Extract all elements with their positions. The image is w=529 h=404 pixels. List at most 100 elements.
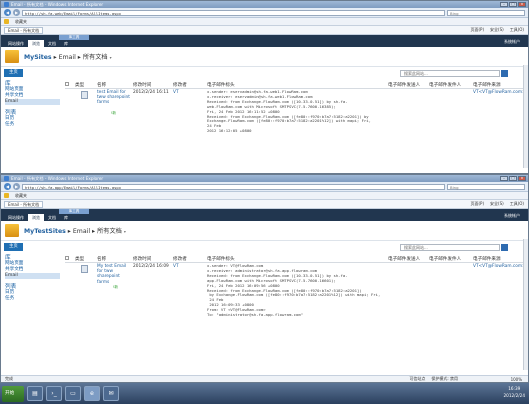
user-menu[interactable]: 系统帐户 [500, 38, 524, 45]
col-email-sender[interactable]: 电子邮件发送人 [388, 256, 420, 262]
forward-button[interactable]: ▶ [13, 183, 20, 190]
select-all-checkbox[interactable] [65, 82, 69, 86]
address-bar[interactable]: http://sh-fa-app/Email/Forms/AllItems.as… [22, 183, 445, 190]
document-icon[interactable] [81, 91, 88, 99]
select-all-checkbox[interactable] [65, 256, 69, 260]
chevron-down-icon[interactable]: ▾ [124, 229, 126, 234]
col-email-source[interactable]: 电子邮件来源 [473, 256, 501, 262]
server-manager-icon[interactable]: ▤ [27, 386, 43, 401]
col-email-from[interactable]: 电子邮件发件人 [429, 256, 461, 262]
chevron-down-icon[interactable]: ▾ [110, 55, 112, 60]
maximize-button[interactable]: □ [509, 176, 517, 181]
title-bar[interactable]: Email - 所有文档 - Windows Internet Explorer… [1, 1, 528, 8]
search-box[interactable]: Bing [447, 183, 525, 190]
tab-browse[interactable]: 浏览 [28, 214, 44, 221]
ie-window-top: Email - 所有文档 - Windows Internet Explorer… [0, 0, 529, 174]
tab-documents[interactable]: 文档 [44, 40, 60, 47]
col-modified-by[interactable]: 修改者 [173, 82, 187, 88]
site-search-input[interactable]: 搜索此网站... [400, 69, 500, 77]
breadcrumb-site[interactable]: MyTestSites [24, 228, 66, 235]
breadcrumb-site[interactable]: MySites [24, 54, 52, 61]
search-box[interactable]: Bing [447, 9, 525, 16]
powershell-icon[interactable]: ›_ [46, 386, 62, 401]
status-zone[interactable]: 可信站点 [409, 376, 425, 382]
site-actions-menu[interactable]: 网站操作 [4, 214, 28, 221]
search-icon[interactable] [501, 69, 508, 77]
scrollbar[interactable] [523, 239, 528, 370]
page-menu[interactable]: 页面(P) [471, 27, 485, 33]
breadcrumb: MySites ▸ Email ▸ 所有文档 ▾ [24, 54, 112, 61]
zoom-level[interactable]: 100% [511, 377, 522, 382]
tools-menu[interactable]: 工具(O) [510, 201, 524, 207]
col-type[interactable]: 类型 [75, 256, 84, 262]
item-email-from[interactable]: VT<VT@FlowRam.com> [473, 264, 526, 269]
title-bar[interactable]: Email - 所有文档 - Windows Internet Explorer… [1, 175, 528, 182]
col-name[interactable]: 名称 [97, 82, 106, 88]
minimize-button[interactable]: – [500, 176, 508, 181]
tab-browse[interactable]: 浏览 [28, 40, 44, 47]
window-title: Email - 所有文档 - Windows Internet Explorer [11, 175, 104, 181]
col-email-sender[interactable]: 电子邮件发送人 [388, 82, 420, 88]
favorites-star-icon[interactable] [4, 193, 9, 198]
document-table: 类型 名称 修改时间 修改者 电子邮件标头 电子邮件发送人 电子邮件发件人 电子… [65, 255, 526, 317]
page-menu[interactable]: 页面(P) [471, 201, 485, 207]
site-logo[interactable] [5, 224, 19, 237]
col-type[interactable]: 类型 [75, 82, 84, 88]
favorites-label[interactable]: 收藏夹 [15, 193, 27, 199]
home-tab[interactable]: 主页 [4, 243, 23, 251]
explorer-icon[interactable]: ▭ [65, 386, 81, 401]
document-icon[interactable] [81, 265, 88, 273]
site-logo[interactable] [5, 50, 19, 63]
col-email-from[interactable]: 电子邮件发件人 [429, 82, 461, 88]
breadcrumb-library[interactable]: Email [59, 54, 76, 61]
favorites-star-icon[interactable] [4, 19, 9, 24]
col-name[interactable]: 名称 [97, 256, 106, 262]
tab-documents[interactable]: 文档 [44, 214, 60, 221]
tab-library[interactable]: 库 [60, 214, 72, 221]
internet-explorer-icon[interactable]: e [84, 386, 100, 401]
col-email-headers[interactable]: 电子邮件标头 [207, 256, 235, 262]
breadcrumb-view[interactable]: 所有文档 [97, 228, 122, 235]
start-button[interactable]: 开始 [2, 385, 24, 402]
item-name[interactable]: test Email for tww sharepoint farms [97, 90, 130, 106]
address-bar[interactable]: http://sh-fa-web/Email/Forms/AllItems.as… [22, 9, 445, 16]
close-button[interactable]: × [518, 176, 526, 181]
browser-tab[interactable]: Email - 所有文档 [4, 26, 44, 34]
col-modified[interactable]: 修改时间 [133, 82, 151, 88]
browser-tab[interactable]: Email - 所有文档 [4, 200, 44, 208]
close-button[interactable]: × [518, 2, 526, 7]
forward-button[interactable]: ▶ [13, 9, 20, 16]
item-modified-by[interactable]: VT [173, 90, 179, 95]
item-name[interactable]: My test Email for tww sharepoint farms [97, 264, 130, 285]
home-tab[interactable]: 主页 [4, 69, 23, 77]
back-button[interactable]: ◀ [4, 183, 11, 190]
back-button[interactable]: ◀ [4, 9, 11, 16]
nav-tasks[interactable]: 任务 [5, 296, 60, 302]
col-modified[interactable]: 修改时间 [133, 256, 151, 262]
safety-menu[interactable]: 安全(S) [490, 201, 504, 207]
item-modified-by[interactable]: VT [173, 264, 179, 269]
tab-library[interactable]: 库 [60, 40, 72, 47]
user-menu[interactable]: 系统帐户 [500, 212, 524, 219]
nav-tasks[interactable]: 任务 [5, 122, 60, 128]
safety-menu[interactable]: 安全(S) [490, 27, 504, 33]
site-search-input[interactable]: 搜索此网站... [400, 243, 500, 251]
scrollbar[interactable] [523, 65, 528, 168]
site-actions-menu[interactable]: 网站操作 [4, 40, 28, 47]
outlook-icon[interactable]: ✉ [103, 386, 119, 401]
breadcrumb-view[interactable]: 所有文档 [83, 54, 108, 61]
col-email-headers[interactable]: 电子邮件标头 [207, 82, 235, 88]
maximize-button[interactable]: □ [509, 2, 517, 7]
col-email-source[interactable]: 电子邮件来源 [473, 82, 501, 88]
item-email-from[interactable]: VT<VT@FlowRam.com> [473, 90, 526, 95]
minimize-button[interactable]: – [500, 2, 508, 7]
clock-time: 16:39 [508, 386, 521, 391]
favorites-label[interactable]: 收藏夹 [15, 19, 27, 25]
status-protected-mode[interactable]: 保护模式: 禁用 [431, 376, 458, 382]
document-table: 类型 名称 修改时间 修改者 电子邮件标头 电子邮件发送人 电子邮件发件人 电子… [65, 81, 526, 133]
search-icon[interactable] [501, 243, 508, 251]
system-clock[interactable]: 16:39 2012/2/24 [504, 385, 525, 399]
col-modified-by[interactable]: 修改者 [173, 256, 187, 262]
tools-menu[interactable]: 工具(O) [510, 27, 524, 33]
breadcrumb-library[interactable]: Email [73, 228, 90, 235]
